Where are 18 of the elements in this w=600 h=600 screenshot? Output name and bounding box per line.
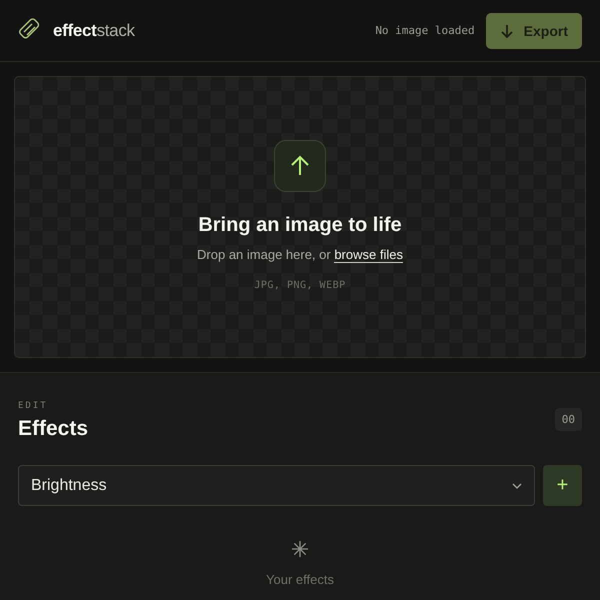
drop-area[interactable]: Bring an image to life Drop an image here, or browse files JPG, PNG, WEBP — [14, 76, 586, 358]
upload-button[interactable] — [274, 140, 326, 192]
browse-link[interactable]: browse files — [334, 247, 403, 263]
status-text: No image loaded — [375, 24, 475, 37]
section-title: Effects — [18, 417, 88, 441]
add-effect-button[interactable]: + — [543, 465, 582, 506]
arrow-up-icon — [289, 155, 311, 177]
empty-state-text: Your effects — [266, 572, 334, 587]
effect-select[interactable]: Brightness — [18, 465, 535, 506]
effect-count: 00 — [554, 408, 582, 431]
asterisk-icon — [291, 540, 309, 558]
drop-title: Bring an image to life — [198, 214, 402, 237]
section-eyebrow: EDIT — [18, 401, 49, 411]
drop-hint: Drop an image here, or browse files — [197, 247, 403, 262]
chevron-down-icon — [512, 482, 522, 488]
download-icon — [500, 24, 514, 38]
app-logo: effectstack — [53, 20, 135, 40]
formats-text: JPG, PNG, WEBP — [254, 280, 346, 291]
